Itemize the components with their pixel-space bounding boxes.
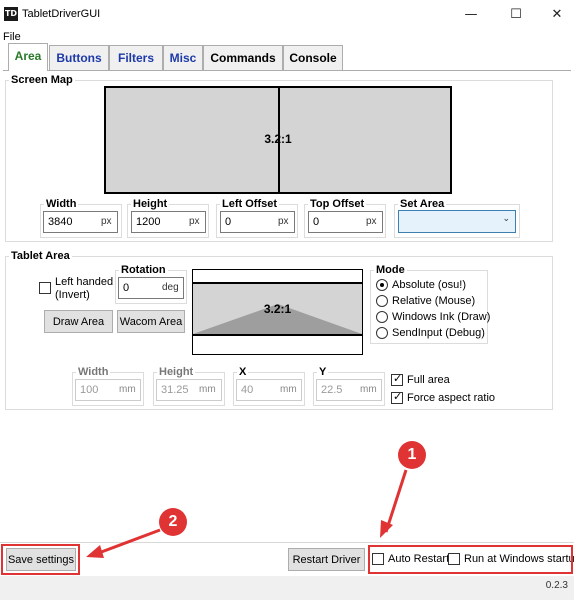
callout-2: 2 <box>159 508 187 536</box>
callout-1: 1 <box>398 441 426 469</box>
annotation-arrows <box>86 469 408 558</box>
